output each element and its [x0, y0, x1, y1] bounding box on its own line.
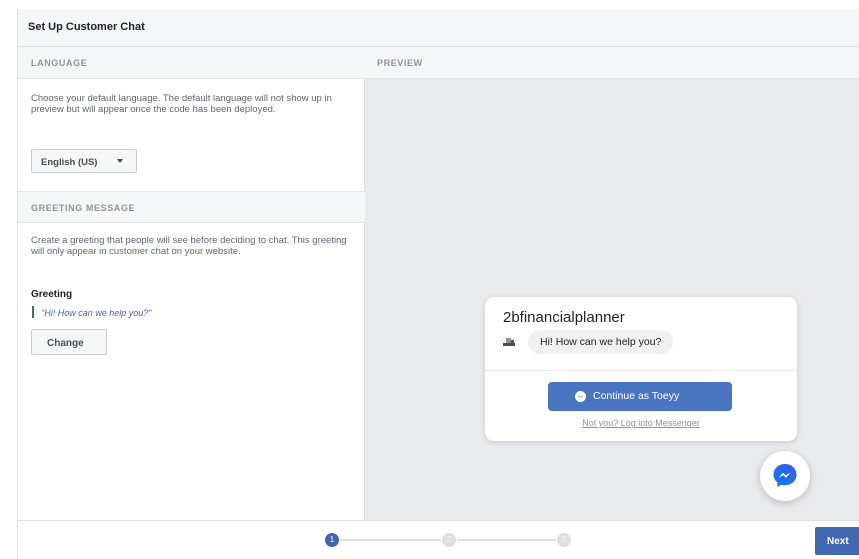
wizard-footer: 1 2 3 Next	[18, 520, 859, 559]
page-name: 2bfinancialplanner	[503, 309, 625, 326]
greeting-header-label: GREETING MESSAGE	[31, 203, 136, 213]
dialog-titlebar: Set Up Customer Chat	[18, 9, 859, 47]
greeting-description: Create a greeting that people will see b…	[31, 235, 347, 257]
greeting-label: Greeting	[31, 289, 73, 300]
messenger-icon	[773, 464, 797, 487]
step-indicator-2: 2	[442, 533, 456, 547]
greeting-section-header: GREETING MESSAGE	[18, 191, 365, 223]
language-section-header: LANGUAGE	[18, 47, 365, 79]
step-indicator-1: 1	[325, 533, 339, 547]
greeting-bubble: Hi! How can we help you?	[528, 330, 674, 354]
greeting-quote-bar	[32, 306, 34, 318]
preview-header-label: PREVIEW	[377, 58, 423, 68]
next-button[interactable]: Next	[815, 527, 859, 555]
messenger-bubble-icon	[575, 391, 586, 402]
language-dropdown-value: English (US)	[41, 157, 98, 168]
page-avatar-icon	[503, 338, 515, 346]
dialog-title: Set Up Customer Chat	[28, 21, 145, 33]
caret-down-icon	[117, 159, 123, 163]
greeting-value: "Hi! How can we help you?"	[41, 308, 152, 318]
continue-as-button[interactable]: Continue as Toeyy	[548, 382, 732, 411]
step-connector	[340, 539, 441, 541]
log-into-messenger-link[interactable]: Not you? Log into Messenger	[485, 418, 797, 428]
change-greeting-button[interactable]: Change	[31, 329, 107, 355]
continue-button-label: Continue as Toeyy	[593, 390, 680, 402]
language-header-label: LANGUAGE	[31, 58, 88, 68]
language-description: Choose your default language. The defaul…	[31, 93, 332, 115]
setup-customer-chat-dialog: Set Up Customer Chat LANGUAGE Choose you…	[17, 9, 859, 559]
change-button-label: Change	[47, 338, 84, 349]
next-button-label: Next	[827, 536, 849, 547]
step-indicator-3: 3	[557, 533, 571, 547]
card-divider	[485, 370, 797, 371]
preview-header: PREVIEW	[365, 47, 859, 79]
step-connector	[457, 539, 556, 541]
messenger-fab[interactable]	[760, 451, 810, 501]
language-dropdown[interactable]: English (US)	[31, 149, 137, 173]
preview-panel: PREVIEW 2bfinancialplanner Hi! How can w…	[365, 47, 859, 520]
chat-preview-card: 2bfinancialplanner Hi! How can we help y…	[485, 297, 797, 441]
settings-panel: LANGUAGE Choose your default language. T…	[18, 47, 365, 520]
